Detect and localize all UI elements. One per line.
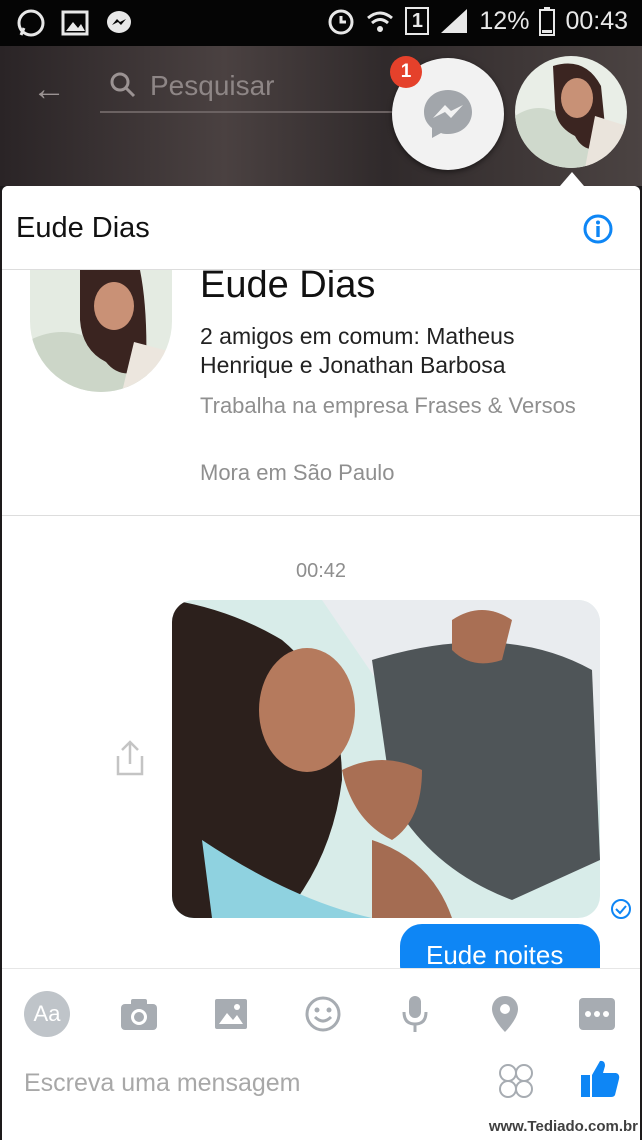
message-input[interactable]: Escreva uma mensagem <box>24 1069 301 1098</box>
more-icon <box>579 998 615 1030</box>
profile-name: Eude Dias <box>200 264 376 306</box>
messenger-icon <box>424 90 472 138</box>
status-bar: 1 12% 00:43 <box>0 0 642 46</box>
mutual-friends-text: 2 amigos em comum: Matheus Henrique e Jo… <box>200 323 515 378</box>
search-input[interactable]: Pesquisar <box>150 70 275 102</box>
messenger-icon <box>107 11 131 33</box>
emoji-button[interactable] <box>300 991 346 1037</box>
gallery-button[interactable] <box>208 991 254 1037</box>
wifi-icon <box>367 11 394 32</box>
chat-header: Eude Dias <box>2 186 640 270</box>
alarm-icon <box>328 9 354 35</box>
camera-icon <box>121 999 157 1030</box>
info-icon[interactable] <box>582 213 614 245</box>
search-icon <box>110 72 136 98</box>
city-text: Mora em São Paulo <box>200 460 395 485</box>
message-timestamp: 00:42 <box>295 560 347 582</box>
text-format-button[interactable]: Aa <box>24 991 70 1037</box>
more-button[interactable] <box>574 991 620 1037</box>
gallery-icon <box>61 10 89 36</box>
work-text: Trabalha na empresa Frases & Versos <box>200 393 576 418</box>
photo-message[interactable] <box>172 600 600 918</box>
clock: 00:43 <box>565 6 628 35</box>
location-button[interactable] <box>482 991 528 1037</box>
chat-window: Eude Dias Eude Dias 2 amigos em comum: M… <box>2 186 640 1140</box>
voice-button[interactable] <box>392 991 438 1037</box>
profile-avatar[interactable] <box>30 270 172 392</box>
chat-head-pointer <box>560 172 584 186</box>
thumbs-up-icon[interactable] <box>578 1057 622 1101</box>
search-underline <box>100 111 400 113</box>
microphone-icon <box>402 996 428 1032</box>
watermark: www.Tediado.com.br <box>488 1118 638 1135</box>
avatar <box>515 56 627 168</box>
unread-badge: 1 <box>390 56 422 88</box>
aa-icon: Aa <box>24 991 70 1037</box>
battery-icon <box>539 7 556 36</box>
image-icon <box>215 999 247 1029</box>
read-check-icon <box>611 899 631 919</box>
share-icon[interactable] <box>112 738 148 778</box>
avatar <box>30 270 172 392</box>
message-composer: Aa Escreva uma mensagem <box>2 968 640 1140</box>
location-pin-icon <box>492 996 518 1032</box>
smiley-icon <box>305 996 341 1032</box>
contact-profile-card: Eude Dias 2 amigos em comum: Matheus Hen… <box>2 264 640 516</box>
stickers-icon[interactable] <box>496 1061 536 1101</box>
message-photo <box>172 600 600 918</box>
back-arrow-icon[interactable]: ← <box>32 70 66 109</box>
camera-button[interactable] <box>116 991 162 1037</box>
whatsapp-icon <box>17 9 45 37</box>
contact-chat-head-avatar[interactable] <box>515 56 627 168</box>
battery-percent: 12% <box>479 6 530 35</box>
composer-toolbar: Aa <box>2 991 640 1041</box>
sim-indicator: 1 <box>405 7 430 35</box>
chat-title: Eude Dias <box>16 212 150 244</box>
signal-icon <box>441 9 468 33</box>
